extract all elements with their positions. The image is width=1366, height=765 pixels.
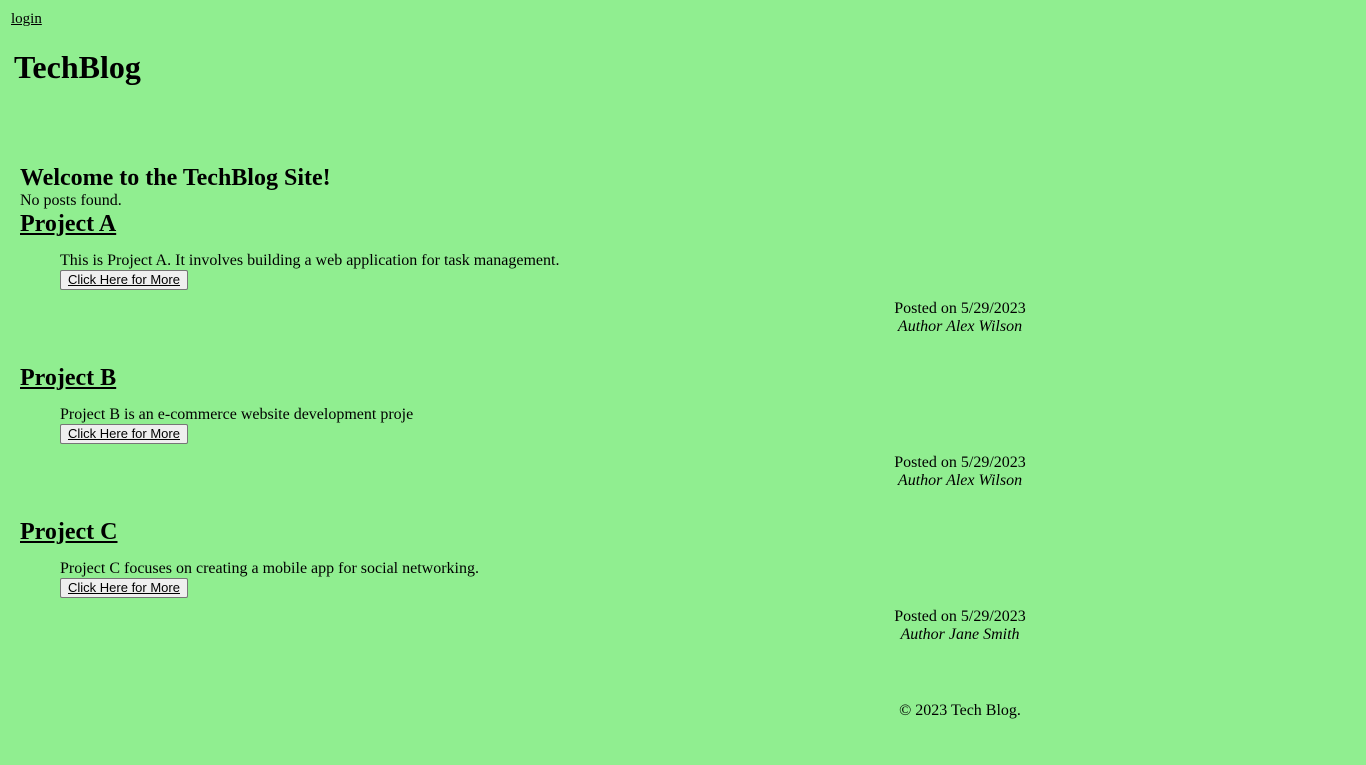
post-card: Project C Project C focuses on creating … — [0, 518, 1366, 668]
click-here-for-more-button[interactable]: Click Here for More — [60, 424, 188, 444]
welcome-heading: Welcome to the TechBlog Site! — [20, 165, 331, 191]
post-meta: Posted on 5/29/2023 Author Alex Wilson — [860, 300, 1060, 336]
post-date: Posted on 5/29/2023 — [894, 608, 1026, 625]
post-title-link[interactable]: Project A — [20, 211, 116, 237]
no-posts-message: No posts found. — [20, 192, 122, 209]
post-date: Posted on 5/29/2023 — [894, 454, 1026, 471]
post-description: Project B is an e-commerce website devel… — [60, 406, 414, 423]
login-link[interactable]: login — [11, 10, 42, 28]
post-title: Project A — [20, 210, 116, 238]
post-title: Project C — [20, 518, 118, 546]
post-title: Project B — [20, 364, 116, 392]
post-meta: Posted on 5/29/2023 Author Alex Wilson — [860, 454, 1060, 490]
post-card: Project B Project B is an e-commerce web… — [0, 364, 1366, 514]
post-date: Posted on 5/29/2023 — [894, 300, 1026, 317]
post-description: This is Project A. It involves building … — [60, 252, 560, 269]
click-here-for-more-button[interactable]: Click Here for More — [60, 578, 188, 598]
post-meta: Posted on 5/29/2023 Author Jane Smith — [860, 608, 1060, 644]
post-card: Project A This is Project A. It involves… — [0, 210, 1366, 360]
post-description: Project C focuses on creating a mobile a… — [60, 560, 479, 577]
post-title-link[interactable]: Project C — [20, 519, 118, 545]
post-author: Author Alex Wilson — [897, 472, 1023, 489]
post-title-link[interactable]: Project B — [20, 365, 116, 391]
post-author: Author Alex Wilson — [897, 318, 1023, 335]
site-title: TechBlog — [14, 49, 141, 85]
click-here-for-more-button[interactable]: Click Here for More — [60, 270, 188, 290]
post-author: Author Jane Smith — [900, 626, 1020, 643]
footer-copyright: © 2023 Tech Blog. — [899, 702, 1021, 719]
